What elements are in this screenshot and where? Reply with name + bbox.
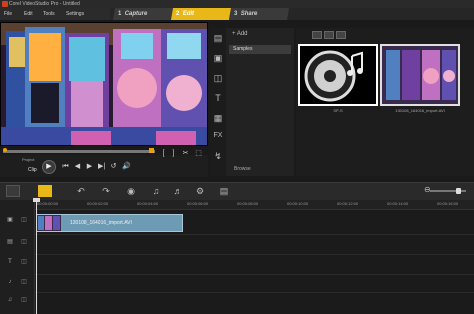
- show-audio-icon[interactable]: [336, 31, 346, 39]
- menu-file[interactable]: File: [4, 8, 12, 20]
- repeat-icon[interactable]: ↺: [110, 163, 117, 170]
- clip-thumbnail: [37, 215, 61, 231]
- add-label: Add: [236, 31, 248, 37]
- media-thumbnail-video[interactable]: [380, 44, 460, 106]
- end-icon[interactable]: ▶|: [98, 163, 105, 170]
- track-toggle-icon[interactable]: ◫: [20, 278, 28, 286]
- menu-tools[interactable]: Tools: [43, 8, 55, 20]
- ruler-tick: 00:00:12:00: [337, 201, 359, 206]
- auto-music-icon[interactable]: ♬: [172, 185, 184, 197]
- title-bar: Corel VideoStudio Pro - Untitled: [0, 0, 474, 8]
- graphic-icon[interactable]: ▦: [212, 112, 224, 124]
- motion-tracking-icon[interactable]: ⚙: [194, 185, 206, 197]
- ruler-tick: 00:00:14:00: [387, 201, 409, 206]
- menu-settings[interactable]: Settings: [66, 8, 84, 20]
- track-divider: [35, 254, 474, 255]
- redo-icon[interactable]: ↷: [100, 185, 112, 197]
- tab-edit[interactable]: 2 Edit: [170, 8, 232, 20]
- playhead[interactable]: [36, 200, 37, 314]
- track-toggle-icon[interactable]: ◫: [20, 216, 28, 224]
- step-bar: 1 Capture 2 Edit 3 Share: [110, 8, 474, 20]
- subtitle-editor-icon[interactable]: ▤: [218, 185, 230, 197]
- project-label[interactable]: Project: [22, 157, 34, 162]
- ruler-tick: 00:00:16:00: [437, 201, 459, 206]
- ruler-tick: 00:00:06:00: [187, 201, 209, 206]
- play-button[interactable]: ▶: [42, 160, 56, 174]
- show-photos-icon[interactable]: [324, 31, 334, 39]
- timeline-toolbar: [0, 182, 474, 200]
- overlay-track-icon[interactable]: ▤: [6, 238, 14, 246]
- add-folder-button[interactable]: + Add: [232, 31, 248, 37]
- video-thumbnail-image: [382, 46, 458, 104]
- ruler-tick: 00:00:04:00: [137, 201, 159, 206]
- instant-project-icon[interactable]: ▣: [212, 52, 224, 64]
- clip-label[interactable]: Clip: [28, 167, 37, 173]
- preview-frame: [1, 23, 207, 145]
- menu-edit[interactable]: Edit: [24, 8, 33, 20]
- track-divider: [35, 234, 474, 235]
- split-icon[interactable]: ✂: [182, 150, 189, 157]
- thumbnail-label: 130108_164016_import.AVI: [395, 108, 445, 113]
- undo-icon[interactable]: ↶: [75, 185, 87, 197]
- window-title: Corel VideoStudio Pro - Untitled: [9, 1, 80, 7]
- track-divider: [35, 274, 474, 275]
- show-videos-icon[interactable]: [312, 31, 322, 39]
- track-divider: [35, 292, 474, 293]
- media-icon[interactable]: ▤: [212, 32, 224, 44]
- title-icon[interactable]: T: [212, 92, 224, 104]
- ruler-tick: 00:00:00:00: [37, 201, 59, 206]
- zoom-slider-knob[interactable]: [456, 188, 461, 194]
- enlarge-icon[interactable]: ⬚: [195, 150, 202, 157]
- track-toggle-icon[interactable]: ◫: [20, 296, 28, 304]
- tab-capture[interactable]: 1 Capture: [112, 8, 174, 20]
- video-track-icon[interactable]: ▣: [6, 216, 14, 224]
- track-toggle-icon[interactable]: ◫: [20, 238, 28, 246]
- mark-out-icon[interactable]: ]: [170, 150, 177, 157]
- title-track-icon[interactable]: T: [6, 258, 14, 266]
- filter-icon[interactable]: FX: [212, 130, 224, 142]
- trim-end-marker[interactable]: [149, 148, 154, 153]
- next-frame-icon[interactable]: ▶: [86, 163, 93, 170]
- timeline-view-button[interactable]: [38, 185, 52, 197]
- ruler-tick: 00:00:08:00: [237, 201, 259, 206]
- speaker-thumbnail-icon: [304, 50, 363, 102]
- previous-frame-icon[interactable]: ◀: [74, 163, 81, 170]
- trim-start-marker[interactable]: [3, 148, 7, 152]
- transition-icon[interactable]: ◫: [212, 72, 224, 84]
- preview-window: [0, 22, 208, 146]
- media-thumbnail-audio[interactable]: [298, 44, 378, 106]
- clip-name: 130108_164016_import.AVI: [70, 220, 132, 226]
- library-filter-toolbar: [312, 31, 360, 40]
- record-capture-icon[interactable]: ◉: [125, 185, 137, 197]
- folder-samples[interactable]: Samples: [229, 45, 291, 54]
- ruler-tick: 00:00:10:00: [287, 201, 309, 206]
- browse-button[interactable]: Browse: [234, 166, 251, 172]
- ruler-tick: 00:00:02:00: [87, 201, 109, 206]
- volume-icon[interactable]: 🔊: [122, 163, 131, 170]
- voice-track-icon[interactable]: ♪: [6, 278, 14, 286]
- thumbnail-label: SP-S: [333, 108, 343, 113]
- clip-thumbnail-image: [37, 215, 61, 231]
- mark-in-icon[interactable]: [: [160, 150, 167, 157]
- scrubber-track[interactable]: [3, 150, 155, 153]
- app-icon: [2, 1, 8, 7]
- home-icon[interactable]: ⏮: [62, 163, 69, 170]
- tab-share[interactable]: 3 Share: [228, 8, 290, 20]
- sound-mixer-icon[interactable]: ♫: [150, 185, 162, 197]
- storyboard-view-button[interactable]: [6, 185, 20, 197]
- path-icon[interactable]: ↯: [212, 150, 224, 162]
- time-ruler[interactable]: 00:00:00:00 00:00:02:00 00:00:04:00 00:0…: [35, 200, 474, 210]
- track-toggle-icon[interactable]: ◫: [20, 258, 28, 266]
- music-track-icon[interactable]: ♫: [6, 296, 14, 304]
